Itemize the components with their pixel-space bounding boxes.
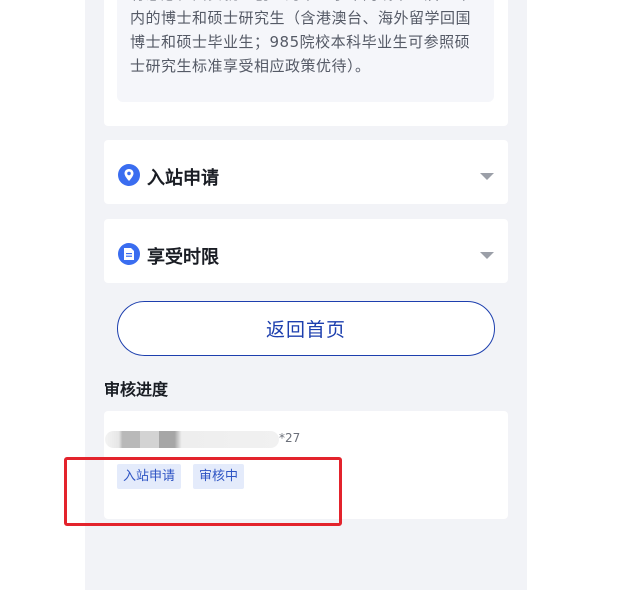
chevron-down-icon[interactable] <box>480 252 494 259</box>
accordion-apply-title: 入站申请 <box>147 168 219 189</box>
app-screen: 有意愿在西安就业创业的毕业学年内或毕业后一年内的博士和硕士研究生（含港澳台、海外… <box>85 0 527 590</box>
accordion-duration[interactable]: 享受时限 <box>104 219 508 283</box>
document-icon <box>118 243 140 265</box>
applicant-id-suffix: *27 <box>279 431 301 445</box>
accordion-duration-title: 享受时限 <box>147 247 219 268</box>
chevron-down-icon[interactable] <box>480 173 494 180</box>
status-tag-reviewing: 审核中 <box>193 464 245 489</box>
applicant-name-blurred <box>105 431 279 448</box>
back-home-button[interactable]: 返回首页 <box>117 301 495 356</box>
review-progress-card: *27 入站申请 审核中 <box>104 411 508 519</box>
status-tag-apply: 入站申请 <box>117 464 182 489</box>
location-pin-icon <box>118 164 140 186</box>
policy-info-card: 有意愿在西安就业创业的毕业学年内或毕业后一年内的博士和硕士研究生（含港澳台、海外… <box>104 0 508 126</box>
accordion-apply[interactable]: 入站申请 <box>104 140 508 204</box>
policy-info-box: 有意愿在西安就业创业的毕业学年内或毕业后一年内的博士和硕士研究生（含港澳台、海外… <box>117 0 494 102</box>
review-progress-title: 审核进度 <box>104 380 169 399</box>
policy-info-text: 有意愿在西安就业创业的毕业学年内或毕业后一年内的博士和硕士研究生（含港澳台、海外… <box>130 0 472 75</box>
